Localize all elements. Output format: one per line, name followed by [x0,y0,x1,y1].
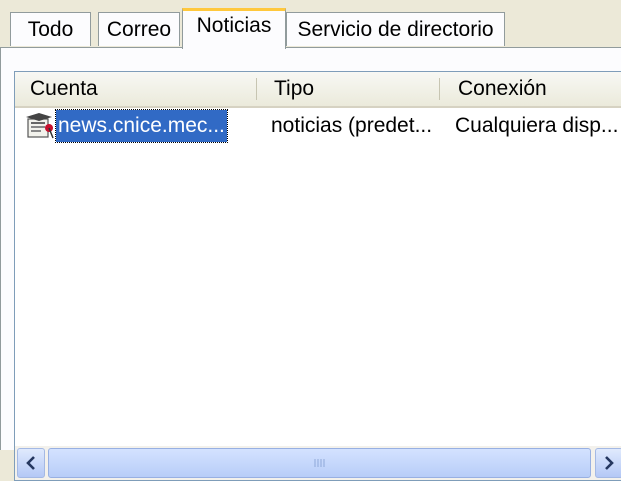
tab-todo[interactable]: Todo [10,12,91,46]
account-cell[interactable]: news.cnice.mec... [55,109,228,143]
list-header: Cuenta Tipo Conexión [15,72,621,108]
tab-noticias[interactable]: Noticias [182,8,286,49]
column-divider[interactable] [439,78,440,100]
scroll-right-button[interactable] [595,448,621,478]
scroll-left-button[interactable] [17,448,45,478]
tab-correo[interactable]: Correo [98,12,180,46]
column-header-cuenta[interactable]: Cuenta [15,72,256,106]
column-header-tipo[interactable]: Tipo [259,72,439,106]
column-divider[interactable] [256,78,257,100]
accounts-list[interactable]: Cuenta Tipo Conexión news.cnice.mec... n… [14,71,621,481]
horizontal-scrollbar[interactable] [15,446,621,480]
scroll-thumb[interactable] [48,448,591,478]
tab-servicio-de-directorio[interactable]: Servicio de directorio [286,12,505,46]
list-item[interactable]: news.cnice.mec... noticias (predet... Cu… [15,109,621,143]
column-header-conexion[interactable]: Conexión [443,72,621,106]
chevron-right-icon [605,456,614,470]
grip-icon [314,459,324,467]
tab-panel: Cuenta Tipo Conexión news.cnice.mec... n… [0,48,621,481]
tab-strip: Todo Correo Noticias Servicio de directo… [0,0,621,49]
connection-cell: Cualquiera disp... [455,114,619,137]
chevron-left-icon [26,456,35,470]
type-cell: noticias (predet... [271,114,433,137]
tab-divider [0,47,621,48]
news-server-icon [26,113,54,139]
